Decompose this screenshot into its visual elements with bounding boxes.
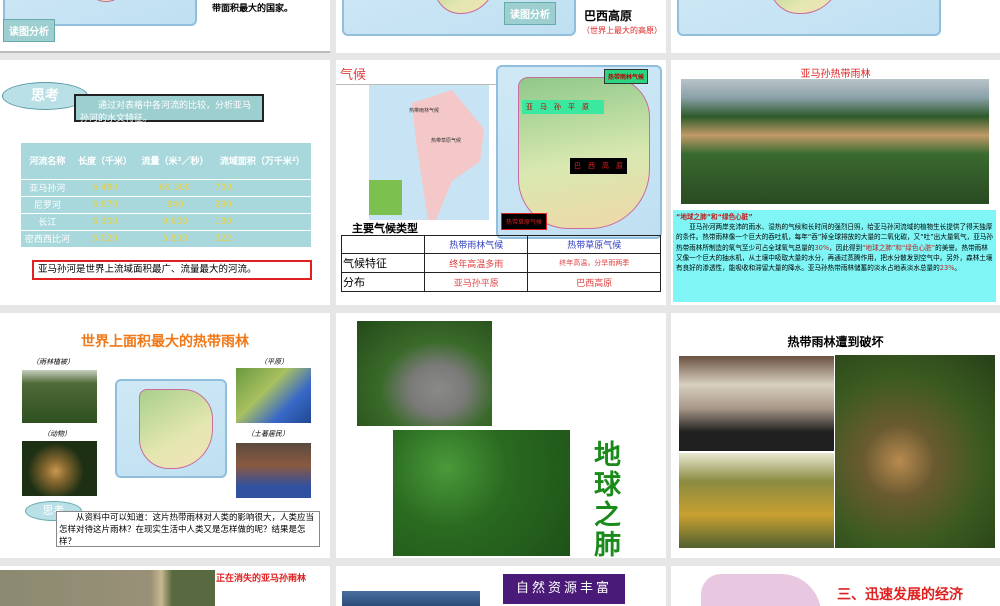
cell: 尼罗河: [33, 201, 61, 211]
rainforest-callout: 热带雨林气候: [604, 69, 649, 84]
cell: 6 020: [92, 233, 118, 244]
slide-title: 正在消失的亚马孙雨林: [216, 574, 307, 584]
brazil-map-image: [115, 379, 227, 478]
cell: 长江: [38, 218, 57, 228]
row-label: 气候特征: [341, 253, 425, 273]
plateau-note: （世界上最大的高原）: [582, 26, 662, 35]
cell: 9 600: [162, 216, 188, 227]
tree-cutting-photo: [835, 355, 995, 548]
slide-thumbnail-1[interactable]: 读图分析 带面积最大的国家。: [0, 0, 330, 53]
slide-thumbnail-natural-resources[interactable]: 自然资源丰富: [336, 566, 666, 606]
info-text: 。: [954, 264, 961, 273]
col-header: 热带雨林气候: [423, 235, 529, 254]
slide-title: 三、迅速发展的经济: [837, 587, 963, 603]
info-heading: “地球之肺”和“绿色心脏”: [676, 213, 753, 221]
cell: 终年高温多雨: [423, 253, 529, 273]
cell: 5 800: [162, 233, 188, 244]
cell: 终年高温，分旱雨两季: [527, 253, 661, 273]
question-box: 从资料中可以知道：这片热带雨林对人类的影响很大，人类应当怎样对待这片雨林？在现实…: [56, 511, 320, 547]
climate-table: 热带雨林气候 热带草原气候 气候特征 终年高温多雨 终年高温，分旱雨两季 分布 亚马孙平…: [341, 235, 661, 292]
col-header: 热带草原气候: [527, 235, 661, 254]
slide-thumbnail-economy[interactable]: 三、迅速发展的经济: [671, 566, 1000, 606]
table-row: 亚马孙河 6 480 69 300 700: [21, 179, 311, 196]
highlight: 23%: [939, 264, 955, 273]
info-box: “地球之肺”和“绿色心脏” 亚马孙河两岸充沛的雨水、湿热的气候和长时间的强烈日照…: [673, 210, 996, 302]
map-image: [677, 0, 941, 36]
caption: （平原）: [260, 358, 288, 366]
slide-thumbnail-amazon-rainforest[interactable]: 亚马孙热带雨林 “地球之肺”和“绿色心脏” 亚马孙河两岸充沛的雨水、湿热的气候和…: [671, 60, 1000, 305]
river-aerial-photo: [681, 79, 989, 204]
slide-title: 热带雨林遭到破坏: [787, 335, 884, 349]
landscape-photo: [342, 591, 480, 606]
slide-thumbnail-3[interactable]: [671, 0, 1000, 53]
cell: 亚马孙河: [29, 184, 66, 194]
slide-thumbnail-vanishing-rainforest[interactable]: 正在消失的亚马孙雨林: [0, 566, 330, 606]
slide-thumbnail-earth-lung[interactable]: 地球之肺: [336, 313, 666, 558]
cell: 6 300: [92, 216, 118, 227]
slide-thumbnail-largest-rainforest[interactable]: 世界上面积最大的热带雨林 （雨林植被） （平原） （动物） （土著居民） 思考 …: [0, 313, 330, 558]
highlight: 30%: [814, 243, 830, 252]
slide-thumbnail-rainforest-destruction[interactable]: 热带雨林遭到破坏: [671, 313, 1000, 558]
climate-map-image: 热带雨林气候 热带草原气候: [369, 85, 489, 220]
forest-fire-photo: [679, 356, 834, 451]
cell: 6 480: [92, 182, 118, 193]
conclusion-box: 亚马孙河是世界上流域面积最广、流量最大的河流。: [32, 260, 312, 280]
slide-thumbnail-climate[interactable]: 气候 热带雨林气候 热带草原气候 热带雨林气候 亚 马 孙 平 原 巴 西 高 …: [336, 60, 666, 305]
plateau-title: 巴西高原: [584, 9, 633, 23]
forest-canopy-photo: [393, 430, 570, 556]
table-row: 密西西比河 6 020 5 800 322: [21, 230, 311, 247]
slide-text: 带面积最大的国家。: [212, 4, 294, 14]
cell: 巴西高原: [527, 272, 661, 292]
jaguar-photo: [22, 441, 97, 496]
savanna-callout: 热带草原气候: [501, 213, 548, 230]
caption: （动物）: [43, 430, 71, 438]
map-label: 热带草原气候: [431, 138, 462, 144]
deforestation-photo: [0, 570, 215, 606]
highlight: “地球之肺”和“绿色心脏”: [862, 243, 936, 252]
read-map-tag: 读图分析: [504, 2, 556, 25]
vegetation-photo: [22, 370, 97, 423]
cell: 亚马孙平原: [423, 272, 529, 292]
natives-photo: [236, 443, 311, 498]
table-row: 长江 6 300 9 600 180: [21, 213, 311, 230]
caption: （土著居民）: [247, 430, 289, 438]
logging-site-photo: [679, 453, 834, 548]
slide-title: 世界上面积最大的热带雨林: [81, 334, 249, 350]
caption: （雨林植被）: [32, 358, 74, 366]
cell: 69 300: [159, 182, 191, 193]
slide-title: 气候: [340, 68, 367, 83]
map-label: 热带雨林气候: [409, 108, 440, 114]
elephants-photo: [357, 321, 492, 426]
info-text: ，因此得到: [829, 243, 863, 252]
plateau-label: 巴 西 高 原: [570, 158, 627, 174]
slide-title: 亚马孙热带雨林: [800, 69, 871, 80]
river-table: 河流名称 长度（千米） 流量（米³／秒） 流域面积（万千米²） 亚马孙河 6 480 69…: [21, 143, 311, 247]
plain-photo: [236, 368, 311, 423]
slide-thumbnail-2[interactable]: 读图分析 巴西高原 （世界上最大的高原）: [336, 0, 666, 53]
cell: 322: [214, 233, 232, 244]
table-title: 主要气候类型: [352, 222, 418, 235]
cell: 180: [214, 216, 232, 227]
cell: 6 670: [92, 199, 118, 210]
col-header: 流量（米³／秒）: [141, 157, 209, 168]
cell: 840: [166, 199, 184, 210]
col-header: 河流名称: [29, 157, 66, 168]
table-row: 尼罗河 6 670 840 290: [21, 196, 311, 213]
plain-label: 亚 马 孙 平 原: [522, 100, 604, 114]
read-map-tag: 读图分析: [3, 19, 55, 42]
cell: 密西西比河: [24, 235, 70, 246]
col-header: 流域面积（万千米²）: [219, 157, 305, 168]
earth-lung-text: 地球之肺: [594, 440, 621, 559]
cell: 700: [214, 182, 232, 193]
cell: 290: [214, 199, 232, 210]
col-header: 长度（千米）: [78, 157, 133, 168]
divider: [0, 51, 330, 53]
map-image: [701, 574, 821, 606]
table-row: 分布 亚马孙平原 巴西高原: [341, 272, 661, 292]
prompt-box: 通过对表格中各河流的比较，分析亚马孙河的水文特征。: [74, 94, 264, 124]
slide-thumbnail-river-comparison[interactable]: 思考 通过对表格中各河流的比较，分析亚马孙河的水文特征。 河流名称 长度（千米）流…: [0, 60, 330, 305]
table-row: 气候特征 终年高温多雨 终年高温，分旱雨两季: [341, 253, 661, 273]
row-label: 分布: [341, 272, 425, 292]
